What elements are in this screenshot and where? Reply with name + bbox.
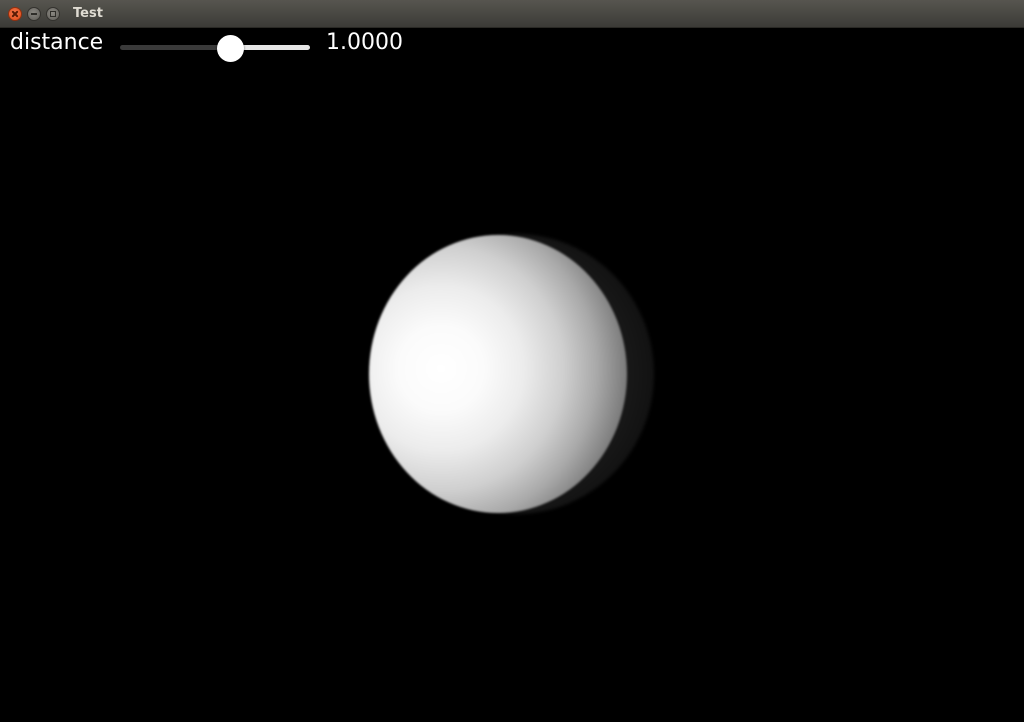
slider-track-empty xyxy=(120,45,230,50)
minimize-window-icon[interactable] xyxy=(27,7,41,21)
title-bar: Test xyxy=(0,0,1024,28)
window-title: Test xyxy=(73,6,103,21)
distance-label: distance xyxy=(10,30,104,55)
maximize-window-icon[interactable] xyxy=(46,7,60,21)
slider-thumb[interactable] xyxy=(217,35,244,62)
close-window-icon[interactable] xyxy=(8,7,22,21)
parameter-control-row: distance 1.0000 xyxy=(0,28,1024,62)
render-viewport[interactable] xyxy=(0,62,1024,722)
app-window: Test distance 1.0000 xyxy=(0,0,1024,722)
distance-value: 1.0000 xyxy=(326,30,403,55)
lit-sphere xyxy=(369,235,627,513)
distance-slider[interactable] xyxy=(120,35,310,62)
